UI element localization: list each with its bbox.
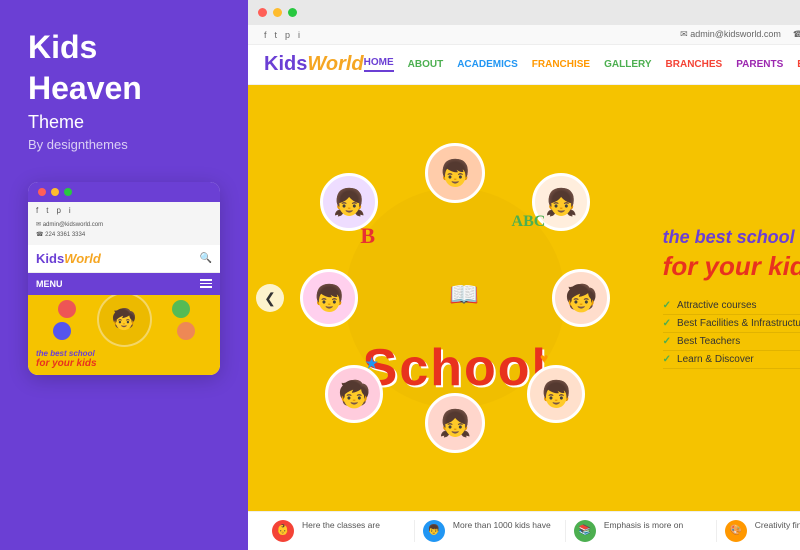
browser-dot-yellow[interactable] — [273, 8, 282, 17]
mobile-facebook-icon[interactable]: f — [36, 206, 38, 215]
nav-franchise[interactable]: FRANCHISE — [532, 59, 590, 70]
feature-teachers: Best Teachers — [663, 333, 800, 351]
browser-dot-green[interactable] — [288, 8, 297, 17]
hero-image-area: School 👦 👧 🧒 👦 👧 🧒 👦 — [248, 85, 663, 511]
theme-subtitle: Theme — [28, 112, 220, 133]
book-icon: 📖 — [449, 281, 479, 310]
site-social-links: f t p i — [264, 30, 300, 40]
nav-academics[interactable]: ACADEMICS — [457, 59, 518, 70]
deco-letter-b: B — [360, 223, 375, 249]
nav-home[interactable]: HOME — [364, 57, 394, 72]
footer-item-4: 🎨 Creativity finds expression — [717, 520, 800, 542]
logo-kids: Kids — [264, 53, 307, 75]
mobile-social-bar: f t p i — [28, 202, 220, 219]
deco-heart: ♥ — [540, 352, 548, 368]
footer-text-1: Here the classes are — [302, 520, 380, 532]
mobile-mockup: f t p i ✉ admin@kidsworld.com ☎ 224 3361… — [28, 182, 220, 374]
mobile-dot-red — [38, 188, 46, 196]
footer-icon-4: 🎨 — [725, 520, 747, 542]
mobile-search-icon[interactable]: 🔍 — [200, 253, 212, 264]
footer-text-3: Emphasis is more on — [604, 520, 683, 532]
hamburger-icon[interactable] — [200, 279, 212, 288]
hero-prev-arrow[interactable]: ❮ — [256, 284, 284, 312]
browser-dot-red[interactable] — [258, 8, 267, 17]
site-email: ✉ admin@kidsworld.com — [680, 29, 781, 40]
deco-star: ★ — [365, 356, 378, 373]
facebook-icon[interactable]: f — [264, 30, 267, 40]
mobile-hero: 🧒 the best school for your kids — [28, 295, 220, 375]
mobile-hero-text1: the best school — [36, 349, 212, 358]
mobile-menu-bar: MENU — [28, 273, 220, 295]
footer-icon-2: 👦 — [423, 520, 445, 542]
site-phone: ☎ 224 3361 3334 — [793, 29, 800, 40]
footer-text-4: Creativity finds expression — [755, 520, 800, 532]
hero-features-list: Attractive courses Best Facilities & Inf… — [663, 297, 800, 369]
pinterest-icon[interactable]: p — [285, 30, 290, 40]
child-top: 👦 — [425, 143, 485, 203]
footer-item-2: 👦 More than 1000 kids have — [415, 520, 566, 542]
right-panel: f t p i ✉ admin@kidsworld.com ☎ 224 3361… — [248, 0, 800, 550]
nav-gallery[interactable]: GALLERY — [604, 59, 651, 70]
nav-about[interactable]: ABOUT — [408, 59, 444, 70]
mobile-twitter-icon[interactable]: t — [46, 206, 48, 215]
mobile-contact-bar: ✉ admin@kidsworld.com ☎ 224 3361 3334 — [28, 219, 220, 244]
site-nav: KidsWorld HOME ABOUT ACADEMICS FRANCHISE… — [248, 45, 800, 85]
browser-content: f t p i ✉ admin@kidsworld.com ☎ 224 3361… — [248, 25, 800, 550]
footer-item-1: 👶 Here the classes are — [264, 520, 415, 542]
footer-text-2: More than 1000 kids have — [453, 520, 551, 532]
theme-by: By designthemes — [28, 137, 220, 152]
child-right: 🧒 — [552, 269, 610, 327]
mobile-instagram-icon[interactable]: i — [69, 206, 71, 215]
school-text: School — [363, 338, 548, 398]
mobile-dot-green — [64, 188, 72, 196]
footer-item-3: 📚 Emphasis is more on — [566, 520, 717, 542]
hero-text-panel: the best school for your kids Attractive… — [663, 85, 800, 511]
site-contact-info: ✉ admin@kidsworld.com ☎ 224 3361 3334 — [680, 29, 800, 40]
instagram-icon[interactable]: i — [298, 30, 300, 40]
mobile-menu-label[interactable]: MENU — [36, 279, 63, 289]
child-left: 👦 — [300, 269, 358, 327]
mobile-pinterest-icon[interactable]: p — [56, 206, 60, 215]
mobile-logo-bar: KidsWorld 🔍 — [28, 245, 220, 273]
site-footer-bar: 👶 Here the classes are 👦 More than 1000 … — [248, 511, 800, 550]
mobile-hero-text2: for your kids — [36, 358, 212, 369]
mobile-logo: KidsWorld — [36, 251, 101, 266]
deco-letter-abc: ABC — [512, 213, 546, 231]
theme-title: Kids Heaven — [28, 30, 220, 112]
nav-links: HOME ABOUT ACADEMICS FRANCHISE GALLERY B… — [364, 57, 800, 72]
logo-world: World — [307, 53, 363, 75]
children-circle-container: School 👦 👧 🧒 👦 👧 🧒 👦 — [300, 143, 610, 453]
feature-courses: Attractive courses — [663, 297, 800, 315]
child-bottom-right: 👦 — [527, 365, 585, 423]
footer-icon-3: 📚 — [574, 520, 596, 542]
feature-facilities: Best Facilities & Infrastructure — [663, 315, 800, 333]
mobile-hero-image: 🧒 — [28, 295, 220, 345]
nav-branches[interactable]: BRANCHES — [666, 59, 723, 70]
site-topbar: f t p i ✉ admin@kidsworld.com ☎ 224 3361… — [248, 25, 800, 45]
nav-parents[interactable]: PARENTS — [736, 59, 783, 70]
child-bottom-left: 🧒 — [325, 365, 383, 423]
site-hero: ❮ School 👦 👧 🧒 👦 — [248, 85, 800, 511]
mobile-top-bar — [28, 182, 220, 202]
twitter-icon[interactable]: t — [275, 30, 278, 40]
footer-icon-1: 👶 — [272, 520, 294, 542]
hero-tagline: the best school — [663, 227, 800, 248]
left-panel: Kids Heaven Theme By designthemes f t p … — [0, 0, 248, 550]
mobile-dot-yellow — [51, 188, 59, 196]
child-bottom: 👧 — [425, 393, 485, 453]
browser-chrome — [248, 0, 800, 25]
hero-tagline2: for your kids — [663, 252, 800, 281]
feature-learn: Learn & Discover — [663, 351, 800, 369]
site-logo: KidsWorld — [264, 53, 364, 76]
